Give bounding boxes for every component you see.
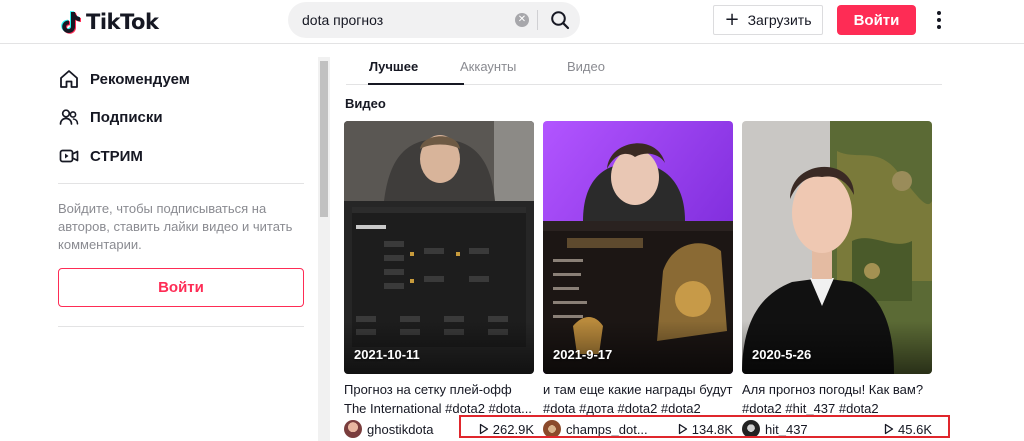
- video-thumbnail-image: [344, 121, 534, 374]
- scrollbar-thumb[interactable]: [320, 61, 328, 217]
- top-header: TikTok ✕ + Загрузить Войти: [0, 0, 1024, 44]
- tiktok-logo[interactable]: TikTok: [60, 8, 159, 36]
- clear-search-icon[interactable]: ✕: [515, 13, 529, 27]
- active-tab-indicator: [368, 83, 464, 85]
- sidebar-scrollbar[interactable]: [318, 57, 330, 441]
- avatar[interactable]: [344, 420, 362, 438]
- sidebar-item-following[interactable]: Подписки: [58, 105, 163, 129]
- plus-icon: +: [724, 9, 740, 30]
- live-icon: [58, 145, 80, 167]
- users-icon: [58, 106, 80, 128]
- video-thumbnail[interactable]: 2021-9-17: [543, 121, 733, 374]
- search-input[interactable]: [302, 10, 512, 30]
- tab-accounts[interactable]: Аккаунты: [460, 59, 516, 74]
- upload-button[interactable]: + Загрузить: [713, 5, 823, 35]
- video-description[interactable]: Прогноз на сетку плей-офф The Internatio…: [344, 380, 544, 418]
- video-date: 2021-9-17: [553, 347, 613, 362]
- search-icon: [551, 11, 570, 30]
- logo-text: TikTok: [86, 10, 159, 34]
- header-login-button[interactable]: Войти: [837, 5, 916, 35]
- sidebar-item-label: СТРИМ: [90, 147, 143, 165]
- sidebar-item-live[interactable]: СТРИМ: [58, 144, 143, 168]
- video-thumbnail[interactable]: 2020-5-26: [742, 121, 932, 374]
- login-hint: Войдите, чтобы подписываться на авторов,…: [58, 201, 293, 252]
- video-thumbnail-image: [543, 121, 733, 374]
- sidebar-item-recommended[interactable]: Рекомендуем: [58, 67, 190, 91]
- sidebar-login-button[interactable]: Войти: [58, 268, 304, 307]
- tab-videos[interactable]: Видео: [567, 59, 605, 74]
- upload-label: Загрузить: [747, 12, 812, 28]
- search-divider: [537, 10, 538, 30]
- sidebar-divider: [58, 326, 304, 327]
- tiktok-logo-icon: [61, 11, 81, 34]
- tab-top[interactable]: Лучшее: [369, 59, 418, 74]
- sidebar-divider: [58, 183, 304, 184]
- video-description[interactable]: и там еще какие награды будут #dota #дот…: [543, 380, 743, 418]
- sidebar: Рекомендуем Подписки СТРИМ Войдите, чтоб…: [0, 45, 318, 441]
- video-title-line: Прогноз на сетку плей-офф: [344, 382, 512, 397]
- sidebar-item-label: Рекомендуем: [90, 70, 190, 88]
- video-title-line: и там еще какие награды будут: [543, 382, 733, 397]
- video-date: 2021-10-11: [354, 347, 420, 362]
- sidebar-item-label: Подписки: [90, 108, 163, 126]
- search-tabs: Лучшее Аккаунты Видео: [346, 45, 942, 85]
- video-thumbnail-image: [742, 121, 932, 374]
- video-thumbnail[interactable]: 2021-10-11: [344, 121, 534, 374]
- video-date: 2020-5-26: [752, 347, 812, 362]
- home-icon: [58, 68, 80, 90]
- video-title-line: Аля прогноз погоды! Как вам?: [742, 382, 924, 397]
- section-title: Видео: [345, 96, 386, 111]
- more-options-icon[interactable]: [932, 8, 946, 32]
- search-button[interactable]: [540, 2, 580, 38]
- video-description[interactable]: Аля прогноз погоды! Как вам? #dota2 #hit…: [742, 380, 942, 418]
- search-bar: ✕: [288, 2, 580, 38]
- highlight-box: [459, 415, 950, 438]
